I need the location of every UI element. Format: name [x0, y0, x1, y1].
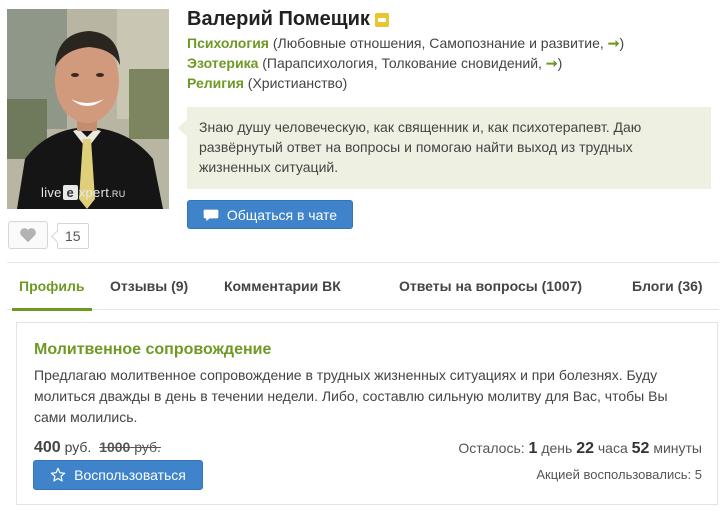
price-value: 400 [34, 439, 61, 456]
old-price-currency: руб. [134, 439, 161, 455]
expert-name: Валерий Помещик [187, 8, 389, 31]
profile-tabs: Профиль Отзывы (9) Комментарии ВК Ответы… [7, 262, 719, 311]
offer-usage-count: Акцией воспользовались: 5 [536, 467, 702, 482]
chat-bubble-icon [203, 209, 219, 221]
category-link[interactable]: Религия [187, 75, 244, 91]
offer-timer: Осталось: 1 день 22 часа 52 минуты [458, 440, 702, 457]
category-item: Религия (Христианство) [187, 75, 348, 91]
timer-hours: 22 [576, 440, 594, 457]
category-link[interactable]: Эзотерика [187, 55, 258, 71]
offer-price: 400 руб. 1000 руб. [34, 439, 161, 457]
bio-bubble: Знаю душу человеческую, как священник и,… [178, 107, 711, 189]
old-price: 1000 руб. [99, 439, 161, 455]
tab-reviews[interactable]: Отзывы (9) [110, 263, 188, 310]
use-offer-button[interactable]: Воспользоваться [33, 460, 203, 490]
star-icon [50, 467, 66, 482]
timer-minutes: 52 [631, 440, 650, 457]
arrow-right-icon[interactable]: ➞ [608, 35, 620, 51]
tab-profile[interactable]: Профиль [12, 263, 92, 311]
arrow-right-icon[interactable]: ➞ [546, 55, 558, 71]
use-offer-label: Воспользоваться [74, 467, 186, 483]
offer-title: Молитвенное сопровождение [34, 341, 272, 358]
category-item: Психология (Любовные отношения, Самопозн… [187, 35, 625, 51]
heart-icon [20, 228, 36, 243]
chat-button[interactable]: Общаться в чате [187, 200, 353, 229]
like-count: 15 [57, 223, 89, 249]
offer-description: Предлагаю молитвенное сопровождение в тр… [34, 367, 668, 425]
chat-button-label: Общаться в чате [226, 206, 338, 223]
old-price-value: 1000 [99, 439, 131, 455]
expert-name-text: Валерий Помещик [187, 8, 370, 30]
tab-blogs[interactable]: Блоги (36) [632, 263, 703, 310]
watermark-logo: live e xpert.RU [41, 185, 126, 200]
tab-vk-comments[interactable]: Комментарии ВК [224, 263, 341, 310]
avatar-photo [7, 9, 169, 209]
category-link[interactable]: Психология [187, 35, 269, 51]
category-list: Психология (Любовные отношения, Самопозн… [187, 33, 624, 93]
verified-badge-icon [374, 12, 389, 27]
category-item: Эзотерика (Парапсихология, Толкование сн… [187, 55, 563, 71]
timer-days: 1 [528, 440, 538, 457]
like-button[interactable] [8, 221, 48, 249]
profile-avatar[interactable]: live e xpert.RU [7, 9, 169, 209]
price-currency: руб. [64, 439, 92, 455]
tab-answers[interactable]: Ответы на вопросы (1007) [399, 263, 582, 310]
offer-card: Молитвенное сопровождение Предлагаю моли… [16, 322, 718, 505]
